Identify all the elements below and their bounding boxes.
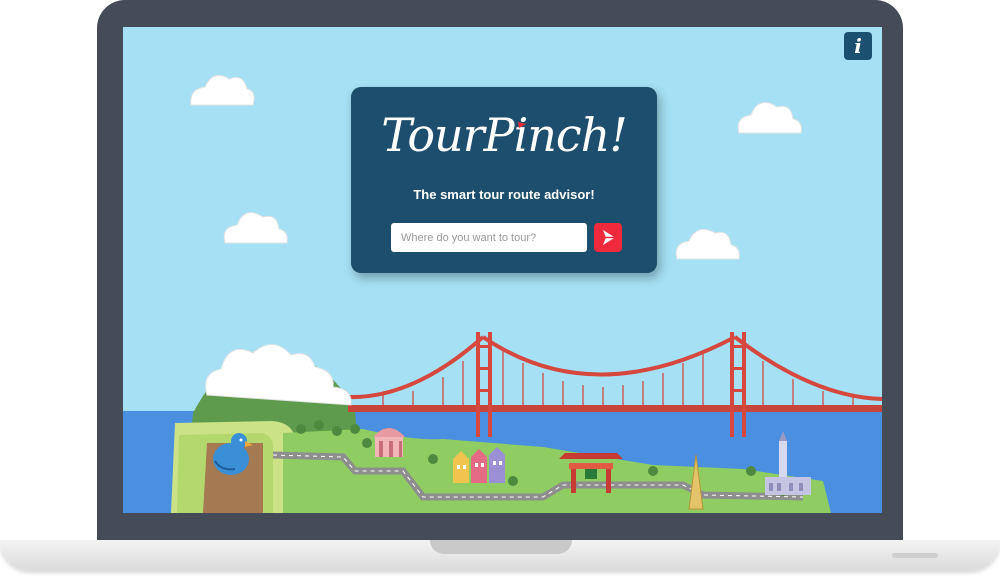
bridge-deck (348, 405, 882, 412)
laptop-foot (892, 553, 938, 558)
cloud (190, 74, 255, 106)
cloud (223, 212, 288, 244)
golden-gate-bridge (347, 335, 882, 407)
painted-ladies (453, 447, 505, 483)
logo-pin-icon (518, 122, 526, 128)
send-arrow-icon (603, 230, 615, 245)
search-card: TourPinch! The smart tour route advisor! (351, 87, 657, 273)
info-button[interactable]: i (844, 32, 872, 60)
cloud (205, 344, 352, 406)
destination-search-input[interactable] (391, 223, 587, 252)
screen: i TourPinch! The smart tour route adviso… (123, 27, 882, 513)
tagline: The smart tour route advisor! (413, 187, 595, 202)
cloud (737, 102, 802, 134)
search-go-button[interactable] (594, 223, 622, 252)
cloud (675, 228, 740, 260)
laptop-notch (430, 540, 572, 554)
app-logo: TourPinch! (381, 108, 628, 162)
info-icon: i (854, 34, 862, 58)
